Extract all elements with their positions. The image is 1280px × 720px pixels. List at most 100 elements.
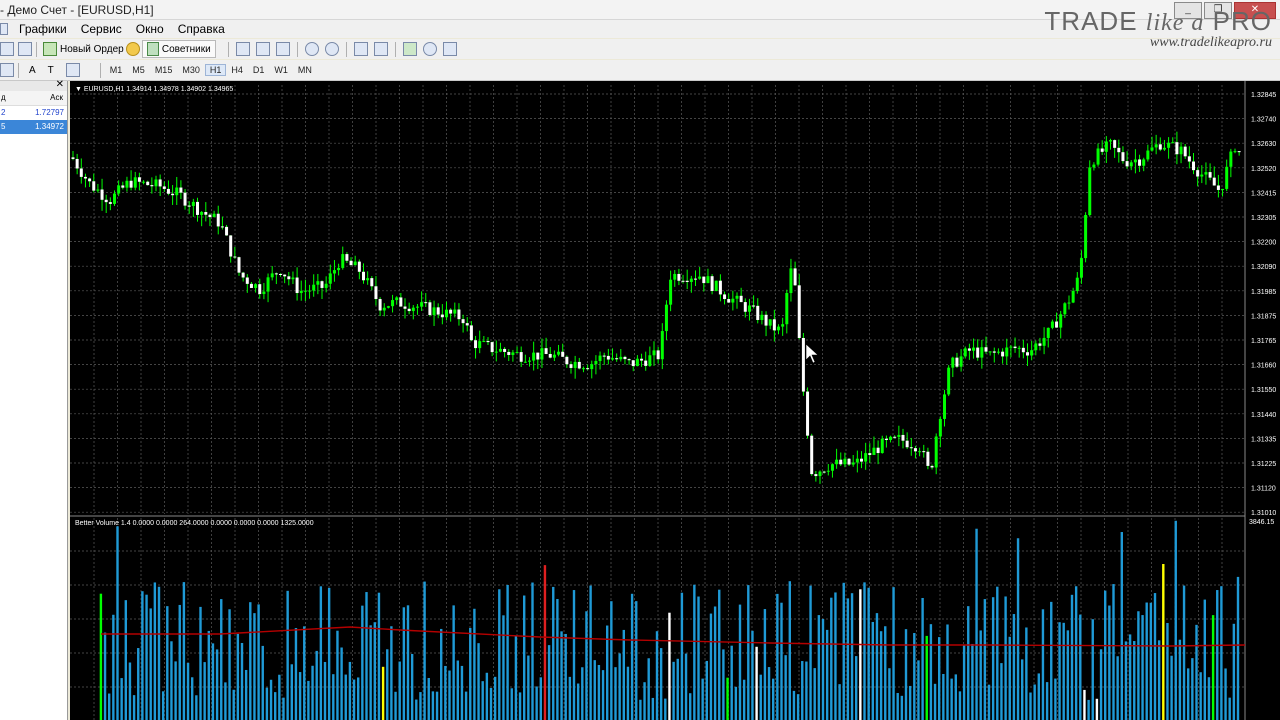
tf-h4[interactable]: H4 [226, 64, 248, 76]
candle-body [1221, 188, 1225, 190]
chart-canvas[interactable]: 1.32845 1.32740 1.32630 1.32520 1.32415 1.323… [70, 81, 1280, 720]
market-watch-row-selected[interactable]: 5 1.34972 [0, 120, 67, 134]
file-menu-icon[interactable] [0, 23, 8, 35]
volume-bar [157, 586, 161, 720]
mw-col-bid[interactable]: д [1, 91, 6, 105]
candle-body [158, 179, 162, 187]
zoom-profile-icon[interactable] [18, 42, 32, 56]
chart-window-icon[interactable] [0, 42, 14, 56]
zoom-in-icon[interactable] [304, 42, 319, 56]
candle-body [835, 459, 839, 465]
chart-window[interactable]: 1.32845 1.32740 1.32630 1.32520 1.32415 1.323… [70, 81, 1280, 720]
candle-body [557, 351, 561, 355]
volume-bar [1216, 590, 1219, 720]
volume-bar [1021, 659, 1024, 720]
candle-body [283, 274, 287, 277]
price-tick-label: 1.31765 [1251, 338, 1276, 345]
menu-window[interactable]: Окно [129, 22, 171, 36]
volume-bar [514, 636, 518, 720]
candle-body [822, 471, 826, 473]
volume-bar [597, 664, 601, 720]
volume-bar [962, 645, 966, 720]
chart-shift-icon[interactable] [373, 42, 388, 56]
candle-body [897, 434, 901, 437]
volume-bar [377, 592, 381, 720]
candle-body [1042, 337, 1046, 346]
candle-body [92, 181, 96, 191]
menu-tools[interactable]: Сервис [74, 22, 129, 36]
volume-bar [323, 661, 327, 720]
volume-bar [398, 661, 401, 720]
candle-body [996, 351, 1000, 353]
price-tick-label: 1.31985 [1251, 289, 1276, 296]
mouse-cursor-icon [805, 343, 819, 364]
tf-m5[interactable]: M5 [127, 64, 150, 76]
templates-icon[interactable] [442, 42, 457, 56]
text-tool[interactable]: A [29, 62, 36, 78]
price-tick-label: 1.32630 [1251, 141, 1276, 148]
volume-bar [651, 697, 655, 720]
menu-charts[interactable]: Графики [12, 22, 74, 36]
candle-body [403, 306, 407, 309]
candle-body [984, 347, 988, 352]
tf-m1[interactable]: M1 [105, 64, 128, 76]
candle-body [1038, 343, 1042, 346]
candle-body [1138, 159, 1142, 166]
candle-body [386, 306, 390, 308]
volume-bar [518, 692, 522, 720]
arrows-tool-icon[interactable] [65, 63, 80, 77]
candle-body [698, 276, 702, 279]
volume-bar [1187, 668, 1190, 720]
candle-body [453, 309, 457, 314]
volume-bar [319, 586, 323, 720]
price-tick-label: 1.32415 [1251, 190, 1276, 197]
tf-m15[interactable]: M15 [150, 64, 178, 76]
tf-w1[interactable]: W1 [269, 64, 293, 76]
candle-body [308, 290, 312, 292]
volume-bar [958, 691, 962, 720]
volume-bar [365, 592, 368, 720]
candle-body [756, 305, 760, 320]
market-watch-row[interactable]: 2 1.72797 [0, 106, 67, 120]
line-chart-icon[interactable] [275, 42, 290, 56]
candle-body [947, 367, 951, 395]
autoscroll-icon[interactable] [353, 42, 368, 56]
volume-bar [655, 631, 659, 720]
candle-body [1050, 321, 1054, 328]
tf-h1[interactable]: H1 [204, 64, 227, 76]
candle-body [96, 189, 100, 191]
text-label-tool[interactable]: T [48, 62, 54, 78]
volume-bar [1025, 627, 1028, 720]
zoom-out-icon[interactable] [324, 42, 339, 56]
candle-body [694, 278, 697, 280]
price-tick-label: 1.31660 [1251, 363, 1276, 370]
bar-chart-icon[interactable] [235, 42, 250, 56]
new-order-button[interactable]: Новый Ордер [43, 41, 124, 57]
periods-icon[interactable] [422, 42, 437, 56]
tf-m30[interactable]: M30 [177, 64, 205, 76]
candle-body [503, 348, 507, 352]
candle-chart-icon[interactable] [255, 42, 270, 56]
volume-bar [464, 691, 468, 720]
candle-body [1154, 144, 1158, 148]
candle-body [266, 277, 270, 292]
indicators-icon[interactable] [402, 42, 417, 56]
candle-body [237, 257, 241, 273]
volume-bar [1062, 622, 1065, 720]
candle-body [469, 325, 473, 341]
experts-button[interactable]: Советники [141, 40, 216, 58]
volume-bar [618, 653, 621, 720]
candle-body [714, 280, 718, 291]
mw-col-ask[interactable]: Аск [50, 91, 63, 105]
market-watch-close-icon[interactable]: ✕ [56, 79, 64, 90]
menu-help[interactable]: Справка [171, 22, 232, 36]
volume-bar [249, 602, 252, 720]
meta-editor-icon[interactable] [125, 42, 140, 56]
tf-d1[interactable]: D1 [248, 64, 270, 76]
volume-bar [452, 605, 455, 720]
tf-mn[interactable]: MN [293, 64, 317, 76]
volume-bar [1091, 619, 1094, 720]
crosshair-icon[interactable] [0, 63, 14, 77]
candle-body [370, 278, 374, 287]
candle-body [1196, 170, 1200, 177]
